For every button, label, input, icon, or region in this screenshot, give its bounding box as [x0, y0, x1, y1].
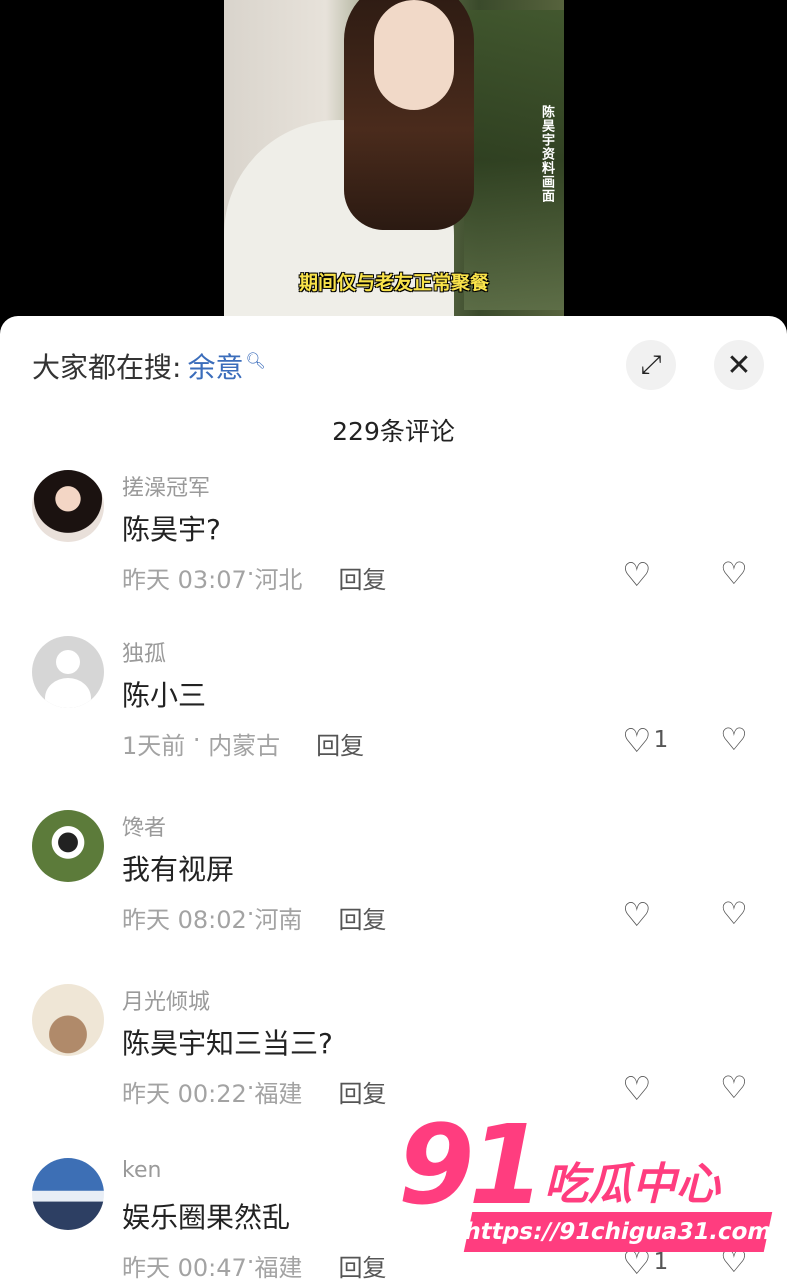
site-watermark: 91 吃瓜中心 https://91chigua31.com [398, 1110, 778, 1270]
comment-username[interactable]: 搓澡冠军 [122, 470, 210, 502]
search-keyword[interactable]: 余意 [187, 346, 243, 386]
like-count: 1 [653, 727, 669, 753]
avatar[interactable] [32, 636, 104, 708]
broken-heart-icon: ♡ [720, 722, 748, 758]
comment-location: 福建 [254, 1080, 303, 1108]
expand-button[interactable]: ⤢ [626, 340, 676, 390]
heart-icon: ♡ [622, 894, 652, 934]
close-button[interactable]: ✕ [714, 340, 764, 390]
dislike-button[interactable]: ♡ [720, 1070, 748, 1106]
comment-username[interactable]: 独孤 [122, 636, 166, 668]
heart-icon: ♡ [622, 720, 652, 760]
comment-text: 陈昊宇知三当三? [122, 1027, 333, 1060]
comment-item: 搓澡冠军 陈昊宇? 昨天 03:07 · 河北 回复 ♡ ♡ [0, 470, 787, 640]
reply-button[interactable]: 回复 [316, 726, 364, 761]
video-side-caption: 陈昊宇资料画面 [539, 105, 554, 203]
dislike-button[interactable]: ♡ [720, 722, 748, 758]
comment-meta: 1天前 · 内蒙古 回复 [122, 726, 364, 761]
comment-meta: 昨天 03:07 · 河北 回复 [122, 560, 386, 595]
comment-location: 河北 [254, 566, 303, 594]
video-subtitle: 期间仅与老友正常聚餐 [298, 272, 489, 294]
watermark-url: https://91chigua31.com [462, 1212, 774, 1252]
comment-time: 昨天 00:47 [122, 1254, 247, 1280]
comment-username[interactable]: ken [122, 1158, 161, 1183]
dislike-button[interactable]: ♡ [720, 556, 748, 592]
separator: · [246, 1074, 255, 1102]
broken-heart-icon: ♡ [720, 896, 748, 932]
broken-heart-icon: ♡ [720, 556, 748, 592]
like-button[interactable]: ♡ [622, 894, 654, 934]
comment-time: 昨天 00:22 [122, 1080, 247, 1108]
comment-time: 1天前 [122, 732, 186, 760]
video-frame: 陈昊宇资料画面 期间仅与老友正常聚餐 [224, 0, 564, 320]
comment-text: 陈小三 [122, 679, 207, 712]
close-icon: ✕ [726, 347, 752, 383]
expand-icon: ⤢ [640, 349, 662, 380]
watermark-number: 91 [398, 1101, 545, 1229]
reply-button[interactable]: 回复 [338, 900, 386, 935]
reply-button[interactable]: 回复 [338, 1248, 386, 1280]
comment-time: 昨天 08:02 [122, 906, 247, 934]
like-button[interactable]: ♡ 1 [622, 720, 669, 760]
comment-text: 陈昊宇? [122, 513, 221, 546]
comment-item: 馋者 我有视屏 昨天 08:02 · 河南 回复 ♡ ♡ [0, 810, 787, 980]
reply-button[interactable]: 回复 [338, 560, 386, 595]
comment-meta: 昨天 00:22 · 福建 回复 [122, 1074, 386, 1109]
separator: · [185, 726, 209, 754]
separator: · [246, 900, 255, 928]
separator: · [246, 1248, 255, 1276]
avatar[interactable] [32, 810, 104, 882]
broken-heart-icon: ♡ [720, 1070, 748, 1106]
video-player[interactable]: 陈昊宇资料画面 期间仅与老友正常聚餐 [0, 0, 787, 340]
comment-time: 昨天 03:07 [122, 566, 247, 594]
heart-icon: ♡ [622, 1068, 652, 1108]
comment-location: 内蒙古 [208, 732, 281, 760]
comment-location: 河南 [254, 906, 303, 934]
person-face [374, 0, 454, 110]
like-button[interactable]: ♡ [622, 554, 654, 594]
search-prefix: 大家都在搜: [32, 351, 182, 384]
comment-text: 我有视屏 [122, 853, 235, 886]
search-icon: 🔍︎ [245, 350, 266, 370]
separator: · [246, 560, 255, 588]
comment-meta: 昨天 08:02 · 河南 回复 [122, 900, 386, 935]
avatar[interactable] [32, 984, 104, 1056]
like-button[interactable]: ♡ [622, 1068, 654, 1108]
avatar[interactable] [32, 470, 104, 542]
watermark-name: 吃瓜中心 [544, 1159, 720, 1210]
avatar[interactable] [32, 1158, 104, 1230]
comment-location: 福建 [254, 1254, 303, 1280]
comments-count-title: 229条评论 [332, 417, 455, 446]
dislike-button[interactable]: ♡ [720, 896, 748, 932]
comment-text: 娱乐圈果然乱 [122, 1201, 291, 1234]
comment-username[interactable]: 月光倾城 [122, 984, 210, 1016]
comment-meta: 昨天 00:47 · 福建 回复 [122, 1248, 386, 1280]
reply-button[interactable]: 回复 [338, 1074, 386, 1109]
heart-icon: ♡ [622, 554, 652, 594]
search-suggestion[interactable]: 大家都在搜: 余意 🔍︎ [32, 346, 266, 386]
comment-item: 独孤 陈小三 1天前 · 内蒙古 回复 ♡ 1 ♡ [0, 636, 787, 806]
comment-username[interactable]: 馋者 [122, 810, 166, 842]
